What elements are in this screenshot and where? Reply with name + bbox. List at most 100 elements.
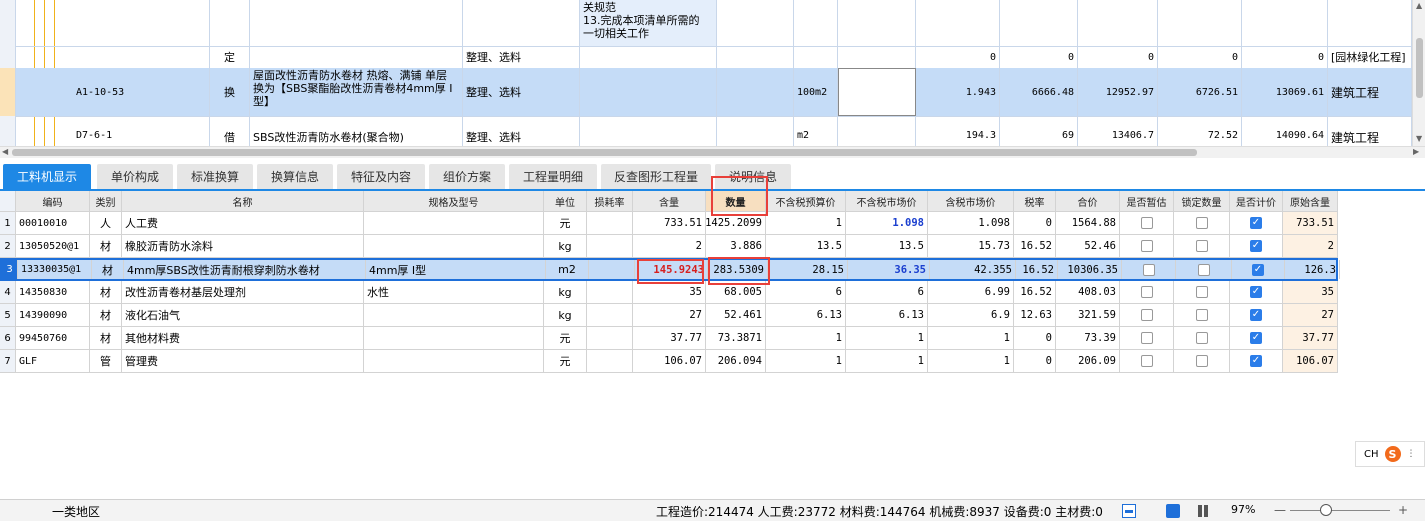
cell-orig: 106.07: [1283, 350, 1338, 372]
cell-total: 206.09: [1056, 350, 1120, 372]
checkbox[interactable]: [1195, 240, 1208, 252]
cell-tax: 16.52: [1014, 281, 1056, 303]
cell-p2: 1: [846, 350, 928, 372]
top-horizontal-scrollbar[interactable]: ◀ ▶: [0, 146, 1425, 158]
checkbox[interactable]: [1140, 355, 1153, 367]
checkbox[interactable]: [1195, 332, 1208, 344]
cell-p3: 1: [928, 350, 1014, 372]
checkbox[interactable]: [1195, 355, 1208, 367]
cell-qty: 1425.2099: [706, 212, 766, 234]
cell-qty: 73.3871: [706, 327, 766, 349]
checkbox-checked[interactable]: ✓: [1250, 240, 1262, 252]
tab-conversion-info[interactable]: 换算信息: [257, 164, 333, 189]
checkbox-checked[interactable]: ✓: [1250, 332, 1262, 344]
table-row[interactable]: 6 99450760 材其他材料费元 37.77 73.3871 1 1 1 0 73.39 ✓ 37…: [0, 327, 1338, 350]
cell-p2: 6.13: [846, 304, 928, 326]
table-row[interactable]: 1 00010010 人人工费元 733.51 1425.2099 1 1.098 1.098…: [0, 212, 1338, 235]
cell-total: 1564.88: [1056, 212, 1120, 234]
quantity-edit-cell[interactable]: [838, 68, 916, 116]
sogou-icon: S: [1384, 446, 1401, 462]
tab-quantity-details[interactable]: 工程量明细: [509, 164, 597, 189]
ime-menu-icon[interactable]: ⋮: [1407, 449, 1416, 459]
top-row-jie[interactable]: D7-6-1 借 SBS改性沥青防水卷材(聚合物) 整理、选料 m2 194.3…: [0, 116, 1412, 146]
cell-no[interactable]: 5: [0, 304, 16, 326]
top-vertical-scrollbar[interactable]: ▲ ▼: [1412, 0, 1425, 146]
tab-features-content[interactable]: 特征及内容: [337, 164, 425, 189]
cell-total: 408.03: [1056, 281, 1120, 303]
scrollbar-thumb[interactable]: [1416, 38, 1423, 98]
table-row[interactable]: 3 13330035@1 材 4mm厚SBS改性沥青耐根穿刺防水卷材 4mm厚 I型 m2…: [0, 258, 1340, 281]
checkbox[interactable]: [1195, 217, 1208, 229]
zoom-slider-thumb[interactable]: [1320, 504, 1332, 516]
checkbox[interactable]: [1140, 286, 1153, 298]
ime-indicator[interactable]: CH S ⋮: [1355, 441, 1425, 467]
item-description: 关规范 13.完成本项清单所需的 一切相关工作: [580, 0, 717, 46]
scroll-up-icon[interactable]: ▲: [1416, 2, 1422, 10]
cell-qty: 206.094: [706, 350, 766, 372]
cell-type: 材: [90, 327, 122, 349]
zoom-level: 97%: [1231, 503, 1256, 516]
cell-loss: [587, 327, 633, 349]
tab-reverse-graphic-quantity[interactable]: 反查图形工程量: [601, 164, 711, 189]
checkbox[interactable]: [1140, 309, 1153, 321]
tab-pricing-scheme[interactable]: 组价方案: [429, 164, 505, 189]
cell-tax: 16.52: [1014, 235, 1056, 257]
checkbox-checked[interactable]: ✓: [1250, 355, 1262, 367]
checkbox[interactable]: [1140, 217, 1153, 229]
cell-priced: ✓: [1232, 260, 1285, 279]
cell-total: 73.39: [1056, 327, 1120, 349]
grid-header-row: 编码 类别 名称 规格及型号 单位 损耗率 含量 数量 不含税预算价 不含税市场…: [0, 191, 1338, 212]
cell-no[interactable]: 3: [2, 260, 18, 279]
cell-name: 4mm厚SBS改性沥青耐根穿刺防水卷材: [124, 260, 366, 279]
cell-p1: 1: [766, 350, 846, 372]
cell-no[interactable]: 2: [0, 235, 16, 257]
layout-single-icon[interactable]: [1122, 504, 1136, 518]
checkbox[interactable]: [1195, 286, 1208, 298]
region-label[interactable]: 一类地区: [52, 503, 100, 520]
checkbox-checked[interactable]: ✓: [1250, 217, 1262, 229]
cell-tax: 12.63: [1014, 304, 1056, 326]
cell-total: 52.46: [1056, 235, 1120, 257]
scroll-left-icon[interactable]: ◀: [2, 148, 8, 156]
cell-unit: kg: [544, 281, 587, 303]
tab-labor-material-machine[interactable]: 工料机显示: [3, 164, 91, 189]
cell-p1: 13.5: [766, 235, 846, 257]
table-row[interactable]: 4 14350830 材改性沥青卷材基层处理剂 水性 kg 35 68.005 6 6 6.99 1…: [0, 281, 1338, 304]
tab-standard-conversion[interactable]: 标准换算: [177, 164, 253, 189]
checkbox[interactable]: [1140, 240, 1153, 252]
table-row[interactable]: 2 13050520@1 材橡胶沥青防水涂料 kg 2 3.886 13.5 13.5 15.7…: [0, 235, 1338, 258]
layout-columns-icon[interactable]: [1196, 504, 1210, 518]
cell-no[interactable]: 1: [0, 212, 16, 234]
checkbox[interactable]: [1195, 309, 1208, 321]
tab-unit-price-composition[interactable]: 单价构成: [97, 164, 173, 189]
tab-description-info[interactable]: 说明信息: [715, 164, 791, 189]
cell-est: [1120, 212, 1174, 234]
cell-priced: ✓: [1230, 281, 1283, 303]
checkbox-checked[interactable]: ✓: [1250, 309, 1262, 321]
checkbox[interactable]: [1142, 263, 1155, 276]
cell-code: 14390090: [16, 304, 90, 326]
checkbox[interactable]: [1140, 332, 1153, 344]
cell-spec: [364, 350, 544, 372]
cell-spec: [364, 304, 544, 326]
layout-split-icon[interactable]: [1166, 504, 1180, 518]
cell-tax: 16.52: [1016, 260, 1058, 279]
top-row-partial[interactable]: 关规范 13.完成本项清单所需的 一切相关工作: [0, 0, 1412, 47]
scroll-down-icon[interactable]: ▼: [1416, 135, 1422, 143]
checkbox-checked[interactable]: ✓: [1252, 263, 1264, 276]
zoom-in-icon[interactable]: +: [1398, 503, 1408, 517]
cell-no[interactable]: 6: [0, 327, 16, 349]
scrollbar-thumb[interactable]: [12, 149, 1197, 156]
zoom-slider[interactable]: [1290, 510, 1390, 511]
top-row-selected[interactable]: A1-10-53 换 屋面改性沥青防水卷材 热熔、满铺 单层 换为【SBS聚酯胎…: [0, 68, 1412, 117]
table-row[interactable]: 7 GLF 管管理费元 106.07 206.094 1 1 1 0 206.09 ✓ 106.07: [0, 350, 1338, 373]
table-row[interactable]: 5 14390090 材液化石油气 kg 27 52.461 6.13 6.13 6.9 12.6…: [0, 304, 1338, 327]
scroll-right-icon[interactable]: ▶: [1413, 148, 1419, 156]
checkbox[interactable]: [1197, 263, 1210, 276]
cell-no[interactable]: 4: [0, 281, 16, 303]
top-row-ding[interactable]: 定 整理、选料 0 0 0 0 0 [园林绿化工程]: [0, 46, 1412, 69]
checkbox-checked[interactable]: ✓: [1250, 286, 1262, 298]
zoom-out-icon[interactable]: —: [1274, 503, 1286, 517]
cell-no[interactable]: 7: [0, 350, 16, 372]
cell-p3: 1: [928, 327, 1014, 349]
